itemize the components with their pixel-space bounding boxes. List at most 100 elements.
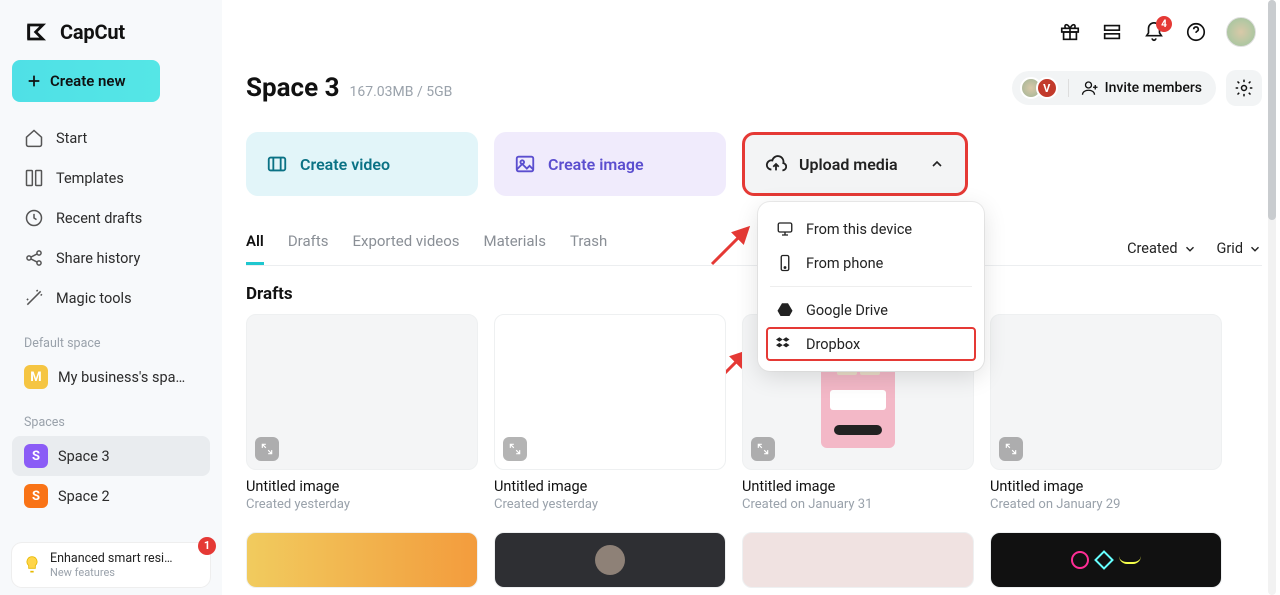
page-title: Space 3 [246, 73, 340, 103]
tab-materials[interactable]: Materials [484, 232, 546, 265]
tabs-row: All Drafts Exported videos Materials Tra… [246, 232, 1262, 266]
clock-icon [24, 208, 44, 228]
sort-label: Created [1127, 240, 1177, 257]
draft-title: Untitled image [494, 478, 726, 495]
main-content: 4 Space 3 167.03MB / 5GB V Invite member… [222, 0, 1280, 595]
home-icon [24, 128, 44, 148]
default-space-item[interactable]: M My business's spa… [12, 357, 210, 397]
gear-icon [1234, 78, 1254, 98]
space-badge: M [24, 365, 48, 389]
draft-thumb [990, 314, 1222, 470]
nav-label: Templates [56, 170, 124, 187]
drafts-section-title: Drafts [246, 284, 1262, 304]
feature-subtitle: New features [50, 566, 172, 579]
sort-dropdown[interactable]: Created [1127, 240, 1196, 257]
draft-thumb[interactable] [742, 532, 974, 588]
feature-badge: 1 [198, 537, 216, 555]
space-name: My business's spa… [58, 369, 185, 386]
view-dropdown[interactable]: Grid [1217, 240, 1263, 257]
member-avatar-initial: V [1036, 77, 1058, 99]
nav-recent-drafts[interactable]: Recent drafts [12, 198, 210, 238]
chevron-down-icon [1248, 242, 1262, 256]
space-name: Space 3 [58, 448, 110, 465]
resize-icon [503, 437, 527, 461]
nav-magic-tools[interactable]: Magic tools [12, 278, 210, 318]
space-item-space3[interactable]: S Space 3 [12, 436, 210, 476]
upload-dropbox[interactable]: Dropbox [766, 327, 976, 361]
user-avatar[interactable] [1226, 17, 1256, 47]
nav-label: Recent drafts [56, 210, 142, 227]
draft-title: Untitled image [990, 478, 1222, 495]
gift-icon[interactable] [1058, 20, 1082, 44]
draft-date: Created yesterday [494, 497, 726, 512]
monitor-icon [776, 220, 794, 238]
nav-start[interactable]: Start [12, 118, 210, 158]
app-logo[interactable]: CapCut [12, 18, 210, 60]
create-video-card[interactable]: Create video [246, 132, 478, 196]
tab-trash[interactable]: Trash [570, 232, 607, 265]
view-label: Grid [1217, 240, 1244, 257]
dropbox-icon [776, 335, 794, 353]
dropdown-separator [770, 286, 972, 287]
capcut-logo-icon [24, 18, 52, 46]
dd-label: Dropbox [806, 336, 860, 353]
nav-list: Start Templates Recent drafts Share hist… [12, 118, 210, 318]
resize-icon [999, 437, 1023, 461]
upload-google-drive[interactable]: Google Drive [766, 293, 976, 327]
drafts-row2 [246, 532, 1262, 588]
scrollbar[interactable] [1266, 0, 1278, 595]
draft-thumb[interactable] [990, 532, 1222, 588]
topbar: 4 [246, 0, 1262, 64]
dd-label: Google Drive [806, 302, 888, 319]
nav-label: Start [56, 130, 87, 147]
invite-members-button[interactable]: Invite members [1068, 79, 1202, 97]
upload-from-phone[interactable]: From phone [766, 246, 976, 280]
invite-label: Invite members [1105, 80, 1202, 96]
space-badge: S [24, 444, 48, 468]
tab-all[interactable]: All [246, 232, 264, 265]
space-item-space2[interactable]: S Space 2 [12, 476, 210, 516]
resize-icon [751, 437, 775, 461]
upload-from-device[interactable]: From this device [766, 212, 976, 246]
drafts-grid: Untitled image Created yesterday Untitle… [246, 314, 1262, 512]
tab-drafts[interactable]: Drafts [288, 232, 329, 265]
upload-media-card[interactable]: Upload media [742, 132, 968, 196]
nav-share-history[interactable]: Share history [12, 238, 210, 278]
gdrive-icon [776, 301, 794, 319]
spaces-section-label: Spaces [12, 397, 210, 436]
draft-thumb[interactable] [494, 532, 726, 588]
action-cards: Create video Create image Upload media F… [246, 132, 1262, 196]
nav-templates[interactable]: Templates [12, 158, 210, 198]
bell-icon[interactable]: 4 [1142, 20, 1166, 44]
notification-badge: 4 [1156, 16, 1172, 32]
chevron-down-icon [1183, 242, 1197, 256]
settings-button[interactable] [1226, 70, 1262, 106]
video-icon [266, 153, 288, 175]
scrollbar-thumb[interactable] [1268, 0, 1276, 220]
plus-icon [26, 73, 42, 89]
upload-cloud-icon [765, 153, 787, 175]
templates-icon [24, 168, 44, 188]
nav-label: Magic tools [56, 290, 132, 307]
share-icon [24, 248, 44, 268]
draft-date: Created on January 29 [990, 497, 1222, 512]
draft-card[interactable]: Untitled image Created on January 29 [990, 314, 1222, 512]
draft-thumb[interactable] [246, 532, 478, 588]
space-name: Space 2 [58, 488, 110, 505]
draft-card[interactable]: Untitled image Created yesterday [246, 314, 478, 512]
help-icon[interactable] [1184, 20, 1208, 44]
draft-card[interactable]: Untitled image Created yesterday [494, 314, 726, 512]
resize-icon [255, 437, 279, 461]
lightbulb-icon [22, 555, 42, 575]
card-label: Create video [300, 155, 390, 174]
feature-callout[interactable]: Enhanced smart resi… New features 1 [12, 543, 210, 587]
create-new-label: Create new [50, 72, 126, 90]
dd-label: From phone [806, 255, 883, 272]
create-image-card[interactable]: Create image [494, 132, 726, 196]
upload-dropdown: From this device From phone Google Drive… [758, 202, 984, 371]
layout-icon[interactable] [1100, 20, 1124, 44]
member-avatars: V [1020, 77, 1058, 99]
card-label: Upload media [799, 155, 898, 174]
tab-exported-videos[interactable]: Exported videos [352, 232, 459, 265]
create-new-button[interactable]: Create new [12, 60, 160, 102]
